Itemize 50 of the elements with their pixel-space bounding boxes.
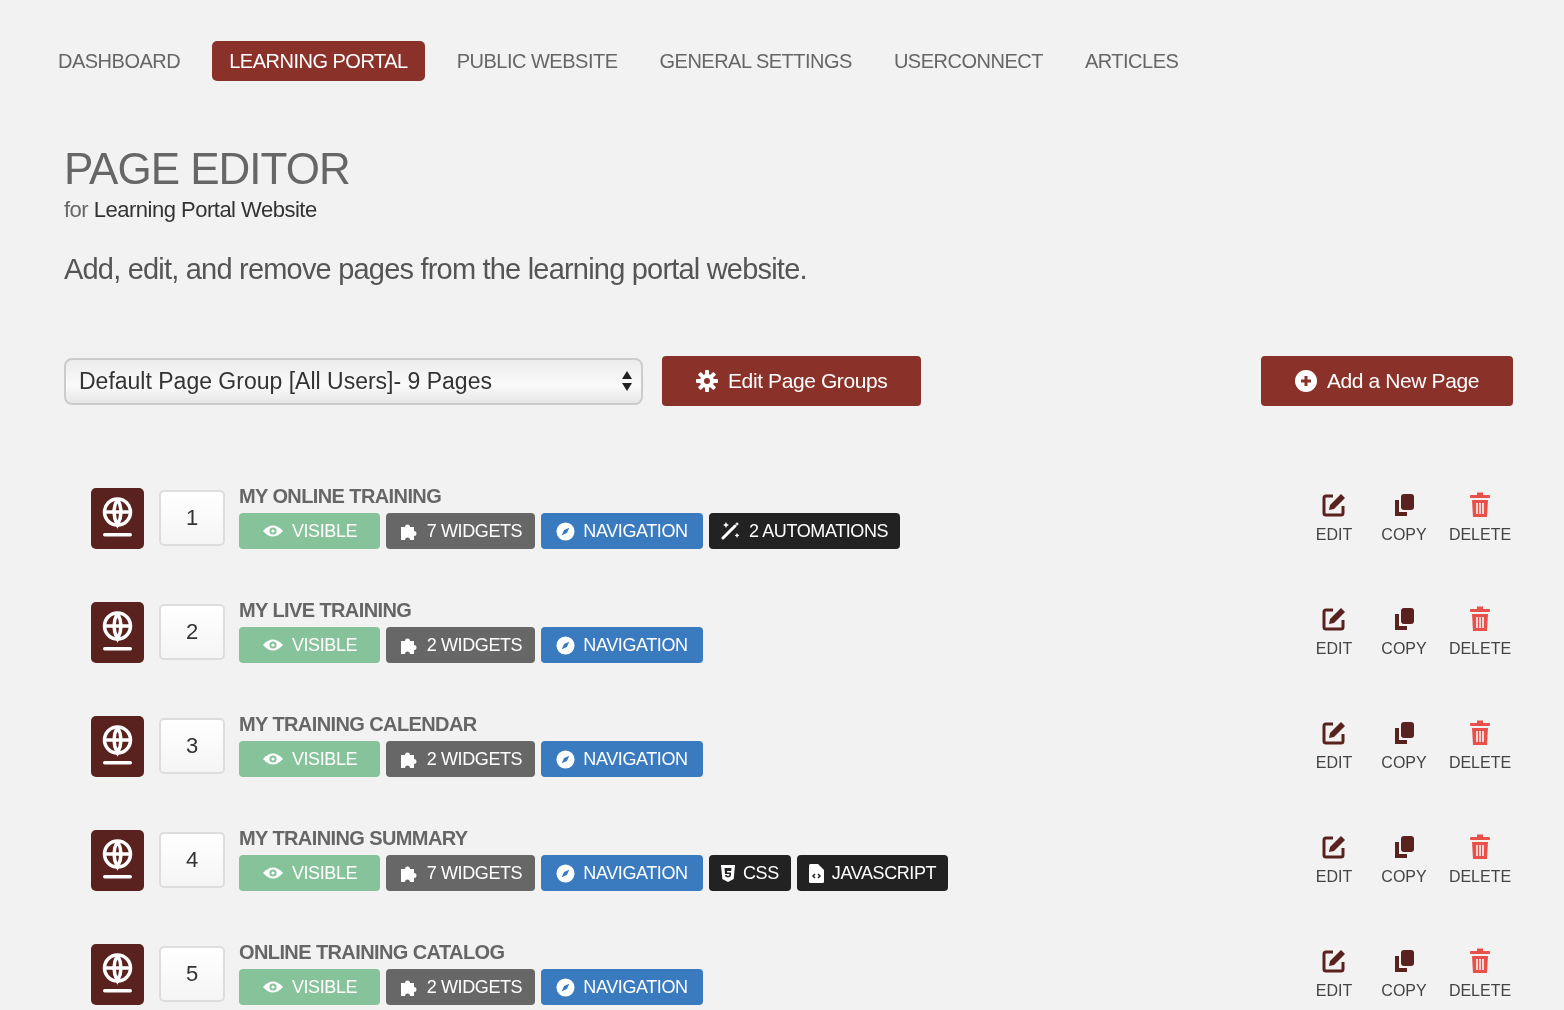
page-title: MY ONLINE TRAINING [239,485,443,508]
nav-tab[interactable]: USERCONNECT [883,41,1053,81]
nav-tab[interactable]: PUBLIC WEBSITE [446,41,628,81]
page-group-select[interactable]: Default Page Group [All Users]- 9 Pages [64,357,643,405]
delete-button[interactable]: DELETE [1439,948,1521,1000]
edit-page-groups-button[interactable]: Edit Page Groups [662,356,922,406]
widgets-tag[interactable]: 2 WIDGETS [386,969,535,1005]
nav-tab[interactable]: DASHBOARD [48,41,191,81]
copy-button[interactable]: COPY [1369,948,1439,1000]
widgets-tag[interactable]: 2 WIDGETS [386,741,535,777]
copy-button[interactable]: COPY [1369,492,1439,544]
edit-button[interactable]: EDIT [1299,948,1369,1000]
navigation-tag[interactable]: NAVIGATION [541,741,703,777]
edit-button[interactable]: EDIT [1299,606,1369,658]
delete-button[interactable]: DELETE [1439,606,1521,658]
automations-tag[interactable]: 2 AUTOMATIONS [709,513,901,549]
widgets-tag[interactable]: 7 WIDGETS [386,855,535,891]
nav-tab[interactable]: GENERAL SETTINGS [649,41,862,81]
delete-button[interactable]: DELETE [1439,834,1521,886]
delete-button[interactable]: DELETE [1439,720,1521,772]
page-title: MY LIVE TRAINING [239,599,413,622]
copy-button[interactable]: COPY [1369,606,1439,658]
edit-button[interactable]: EDIT [1299,720,1369,772]
copy-button[interactable]: COPY [1369,720,1439,772]
nav-tab[interactable]: ARTICLES [1074,41,1189,81]
page-order-number[interactable]: 2 [159,604,225,660]
navigation-tag[interactable]: NAVIGATION [541,627,703,663]
navigation-tag[interactable]: NAVIGATION [541,969,703,1005]
page-description: Add, edit, and remove pages from the learning portal website. [64,253,808,286]
navigation-tag[interactable]: NAVIGATION [541,855,703,891]
page-heading: PAGE EDITOR [64,147,351,191]
delete-button[interactable]: DELETE [1439,492,1521,544]
page-order-number[interactable]: 5 [159,946,225,1002]
edit-button[interactable]: EDIT [1299,492,1369,544]
widgets-tag[interactable]: 2 WIDGETS [386,627,535,663]
page-title: MY TRAINING SUMMARY [239,827,469,850]
add-page-button[interactable]: Add a New Page [1261,356,1513,406]
css-tag[interactable]: CSS [709,855,791,891]
edit-button[interactable]: EDIT [1299,834,1369,886]
page-order-number[interactable]: 1 [159,490,225,546]
copy-button[interactable]: COPY [1369,834,1439,886]
page-subheading: for Learning Portal Website [64,197,318,223]
widgets-tag[interactable]: 7 WIDGETS [386,513,535,549]
navigation-tag[interactable]: NAVIGATION [541,513,703,549]
page-title: MY TRAINING CALENDAR [239,713,478,736]
page-order-number[interactable]: 3 [159,718,225,774]
nav-tab[interactable]: LEARNING PORTAL [212,41,425,81]
javascript-tag[interactable]: JAVASCRIPT [796,855,949,891]
page-title: ONLINE TRAINING CATALOG [239,941,506,964]
page-order-number[interactable]: 4 [159,832,225,888]
